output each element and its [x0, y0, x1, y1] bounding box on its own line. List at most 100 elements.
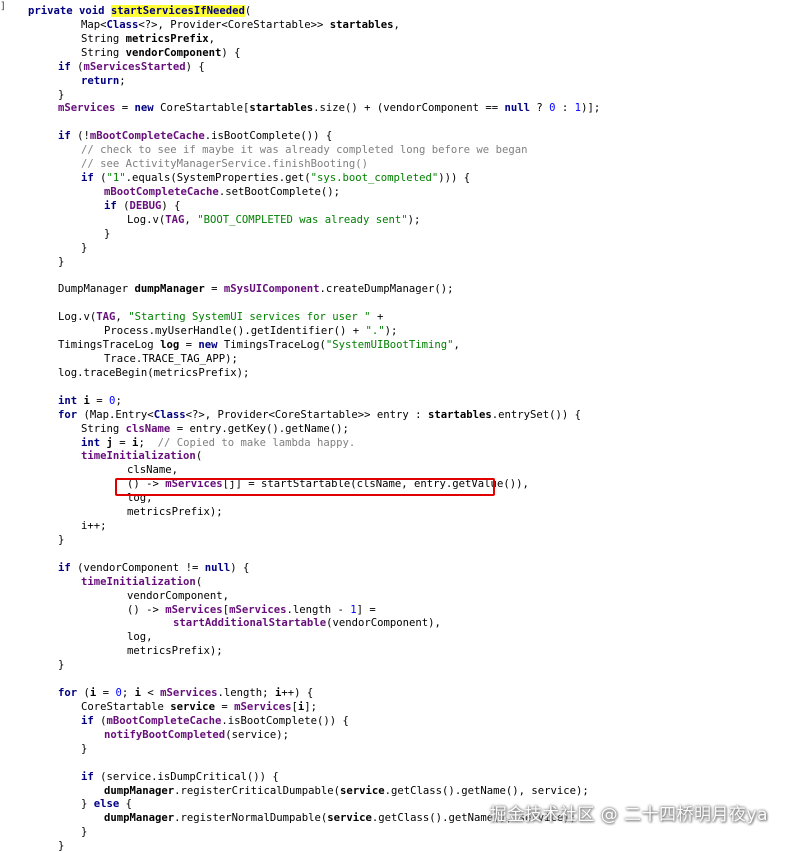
code-token: }	[58, 659, 65, 672]
code-token: <	[140, 687, 161, 700]
code-line: mBootCompleteCache.setBootComplete();	[104, 185, 340, 199]
code-token: <?>, Provider<CoreStartable>> entry :	[185, 408, 428, 421]
fold-marker-icon[interactable]: ]	[0, 0, 8, 14]
code-token: ,	[184, 213, 198, 226]
code-token: service	[340, 784, 385, 797]
code-token: ))) {	[438, 172, 471, 185]
code-token: =	[89, 394, 110, 407]
code-token: .size() + (vendorComponent ==	[313, 102, 505, 115]
code-token: if	[104, 199, 124, 212]
code-line: int j = i; // Copied to make lambda happ…	[81, 436, 355, 450]
code-token: = entry.getKey().getName();	[170, 422, 349, 435]
code-line: startAdditionalStartable(vendorComponent…	[173, 616, 441, 630]
code-token: .length;	[217, 687, 275, 700]
code-token: DEBUG	[129, 199, 162, 212]
code-token: .isBootComplete()) {	[204, 130, 333, 143]
code-token: if	[81, 770, 101, 783]
code-token: return	[81, 74, 120, 87]
code-token: .registerNormalDumpable(	[174, 812, 328, 825]
code-token: TimingsTraceLog(	[223, 339, 326, 352]
code-token: // Copied to make lambda happy.	[157, 436, 356, 449]
code-token: <?>, Provider<CoreStartable>>	[138, 18, 330, 31]
code-token: clsName	[125, 422, 171, 435]
code-token: // see ActivityManagerService.finishBoot…	[81, 158, 369, 171]
code-token: }	[58, 840, 65, 853]
code-line: metricsPrefix);	[127, 644, 223, 658]
code-token: "Starting SystemUI services for user "	[128, 311, 377, 324]
code-token: else	[93, 798, 126, 811]
code-token: null	[204, 561, 231, 574]
code-token: :	[561, 102, 575, 115]
code-line: DumpManager dumpManager = mSysUIComponen…	[58, 282, 453, 296]
code-token: if	[81, 172, 101, 185]
code-token: ) {	[185, 60, 205, 73]
code-token: ,	[208, 32, 215, 45]
code-line: Log.v(TAG, "Starting SystemUI services f…	[58, 310, 383, 324]
code-token: Process.myUserHandle().getIdentifier() +	[104, 325, 366, 338]
code-token: new	[134, 102, 161, 115]
code-token: CoreStartable[	[160, 102, 250, 115]
code-line: }	[104, 227, 110, 241]
code-line: if (mServicesStarted) {	[58, 60, 205, 74]
code-token: () ->	[127, 603, 166, 616]
code-line: return;	[81, 74, 126, 88]
code-line: if (!mBootCompleteCache.isBootComplete()…	[58, 129, 332, 143]
code-line: for (Map.Entry<Class<?>, Provider<CoreSt…	[58, 408, 581, 422]
code-token: Trace.TRACE_TAG_APP);	[104, 353, 238, 365]
code-token: null	[504, 102, 537, 115]
code-token: (	[195, 450, 203, 463]
code-token: DumpManager	[58, 283, 135, 296]
code-line: if (vendorComponent != null) {	[58, 561, 249, 575]
code-line: if ("1".equals(SystemProperties.get("sys…	[81, 171, 470, 185]
code-token: ] =	[356, 603, 376, 616]
code-line: }	[81, 825, 87, 839]
code-token: timeInitialization	[81, 450, 196, 463]
code-token: log.traceBegin(metricsPrefix);	[58, 366, 250, 379]
watermark: 掘金技术社区 @ 二十四桥明月夜ya	[489, 805, 768, 825]
code-line: for (i = 0; i < mServices.length; i++) {	[58, 686, 313, 700]
code-token: "SystemUIBootTiming"	[325, 339, 454, 352]
code-line: metricsPrefix);	[127, 505, 223, 519]
code-token: log,	[127, 631, 153, 644]
code-token: new	[198, 339, 224, 352]
code-token: Class	[106, 18, 139, 31]
code-token: String	[81, 422, 126, 435]
code-token: CoreStartable	[81, 701, 171, 713]
code-token: .getClass().getName(), service);	[384, 784, 589, 797]
code-token: }	[81, 241, 88, 254]
code-token: mServicesStarted	[83, 60, 186, 73]
code-token: }	[81, 798, 94, 811]
code-token: .length -	[286, 603, 351, 616]
code-token: ;	[119, 74, 126, 87]
code-token: metricsPrefix);	[127, 645, 223, 658]
code-line: // see ActivityManagerService.finishBoot…	[81, 157, 368, 171]
code-token: private	[28, 5, 80, 17]
code-line: String clsName = entry.getKey().getName(…	[81, 422, 349, 436]
code-line: int i = 0;	[58, 394, 122, 408]
code-token: dumpManager	[134, 283, 205, 296]
code-token: mServices	[165, 603, 223, 616]
code-token: String	[81, 46, 126, 59]
code-token: mBootCompleteCache	[106, 714, 222, 727]
code-token: mServices	[160, 687, 218, 700]
code-token: (vendorComponent !=	[77, 561, 205, 574]
code-token: (service);	[225, 728, 289, 741]
code-token: );	[384, 325, 398, 338]
code-token: }	[58, 533, 65, 546]
code-token: ,	[115, 311, 129, 324]
code-token: (	[195, 575, 203, 588]
code-token: mServices	[234, 701, 292, 713]
code-token: mBootCompleteCache	[89, 130, 205, 143]
code-line: clsName,	[127, 463, 178, 477]
code-line: Map<Class<?>, Provider<CoreStartable>> s…	[81, 18, 400, 32]
code-token: ) {	[161, 199, 181, 212]
code-editor[interactable]: ] private void startServicesIfNeeded(Map…	[0, 0, 790, 853]
code-line: }	[81, 241, 87, 255]
code-token: =	[112, 436, 133, 449]
code-line: if (DEBUG) {	[104, 199, 181, 213]
code-token: timeInitialization	[81, 575, 196, 588]
code-token: );	[407, 213, 421, 226]
code-token: metricsPrefix);	[127, 506, 223, 519]
code-token: metricsPrefix	[125, 32, 209, 45]
code-line: mServices = new CoreStartable[startables…	[58, 101, 600, 115]
